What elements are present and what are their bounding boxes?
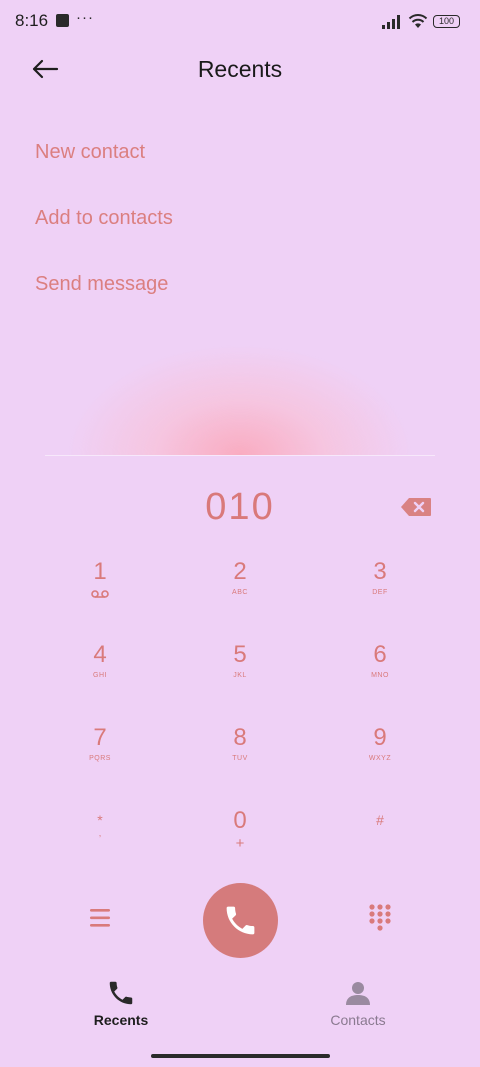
key-letters: , [98, 828, 102, 838]
add-to-contacts-link[interactable]: Add to contacts [35, 207, 173, 230]
tab-recents[interactable]: Recents [61, 978, 181, 1028]
key-8[interactable]: 8 TUV [170, 714, 310, 784]
key-4[interactable]: 4 GHI [30, 631, 170, 701]
key-digit: 2 [233, 558, 247, 585]
wifi-icon [408, 14, 428, 28]
person-icon [346, 982, 370, 1005]
voicemail-icon [91, 590, 109, 598]
home-indicator[interactable] [151, 1054, 330, 1058]
tab-contacts[interactable]: Contacts [298, 978, 418, 1028]
send-message-link[interactable]: Send message [35, 273, 168, 296]
decorative-glow [45, 310, 435, 456]
key-7[interactable]: 7 PQRS [30, 714, 170, 784]
key-0[interactable]: 0 + [170, 797, 310, 867]
key-digit: 5 [233, 641, 247, 668]
phone-icon [226, 906, 255, 935]
backspace-button[interactable] [400, 497, 432, 517]
menu-button[interactable] [86, 905, 114, 931]
tab-label: Recents [93, 1012, 149, 1028]
key-digit: 9 [373, 724, 387, 751]
signal-icon [382, 15, 400, 29]
key-2[interactable]: 2 ABC [170, 548, 310, 618]
battery-icon: 100 [433, 15, 460, 28]
key-3[interactable]: 3 DEF [310, 548, 450, 618]
page-title: Recents [197, 56, 283, 82]
key-digit: 7 [93, 724, 107, 751]
key-letters: GHI [93, 672, 107, 679]
key-letters: PQRS [89, 755, 111, 762]
key-hash[interactable]: # [310, 797, 450, 867]
key-letters: + [235, 835, 245, 852]
key-digit: 8 [233, 724, 247, 751]
key-digit: 6 [373, 641, 387, 668]
key-1[interactable]: 1 [30, 548, 170, 618]
more-notifications-icon: ··· [76, 9, 94, 26]
key-digit: 0 [233, 807, 247, 834]
key-letters: WXYZ [368, 755, 392, 762]
key-digit: # [376, 812, 384, 828]
tab-label: Contacts [330, 1012, 386, 1028]
key-5[interactable]: 5 JKL [170, 631, 310, 701]
dialpad-icon [369, 904, 391, 931]
call-button[interactable] [203, 883, 278, 958]
backspace-icon [401, 498, 431, 516]
app-notification-icon [56, 14, 69, 27]
phone-icon [109, 981, 133, 1005]
key-star[interactable]: * , [30, 797, 170, 867]
key-digit: 3 [373, 558, 387, 585]
key-letters: TUV [232, 755, 248, 762]
key-6[interactable]: 6 MNO [310, 631, 450, 701]
key-letters: DEF [372, 589, 388, 596]
menu-icon [90, 909, 110, 927]
key-digit: * [97, 812, 103, 828]
key-letters: ABC [232, 589, 248, 596]
key-digit: 4 [93, 641, 107, 668]
new-contact-link[interactable]: New contact [35, 141, 145, 164]
status-time: 8:16 [15, 11, 49, 30]
dialpad-toggle-button[interactable] [368, 903, 392, 931]
status-bar: 8:16 ··· 100 [0, 0, 480, 42]
key-9[interactable]: 9 WXYZ [310, 714, 450, 784]
key-digit: 1 [93, 558, 107, 585]
key-letters: MNO [371, 672, 389, 679]
key-letters: JKL [233, 672, 247, 679]
